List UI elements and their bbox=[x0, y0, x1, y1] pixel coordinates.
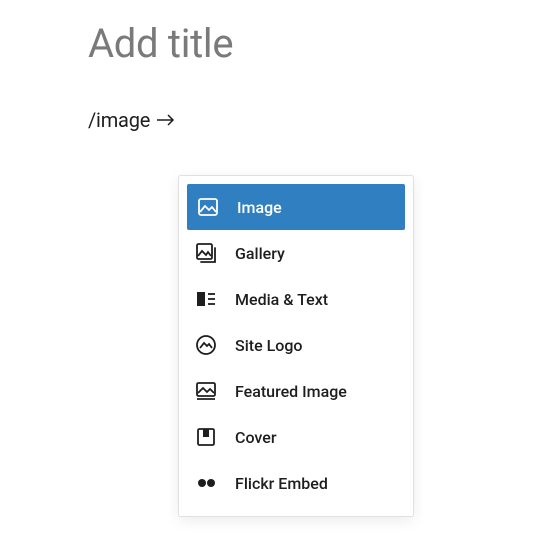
block-option-site-logo[interactable]: Site Logo bbox=[179, 322, 413, 368]
block-option-media-text[interactable]: Media & Text bbox=[179, 276, 413, 322]
block-option-flickr-embed[interactable]: Flickr Embed bbox=[179, 460, 413, 506]
gallery-icon bbox=[193, 240, 219, 266]
cover-icon bbox=[193, 424, 219, 450]
block-option-label: Cover bbox=[235, 428, 276, 447]
site-logo-icon bbox=[193, 332, 219, 358]
slash-command-input[interactable]: /image bbox=[88, 108, 450, 132]
block-option-featured-image[interactable]: Featured Image bbox=[179, 368, 413, 414]
media-text-icon bbox=[193, 286, 219, 312]
block-option-label: Gallery bbox=[235, 244, 285, 263]
block-option-label: Site Logo bbox=[235, 336, 303, 355]
block-option-label: Media & Text bbox=[235, 290, 328, 309]
image-icon bbox=[195, 194, 221, 220]
block-option-gallery[interactable]: Gallery bbox=[179, 230, 413, 276]
block-inserter-popover: Image Gallery Media & Tex bbox=[178, 175, 414, 517]
block-option-label: Flickr Embed bbox=[235, 474, 328, 493]
block-option-cover[interactable]: Cover bbox=[179, 414, 413, 460]
block-option-label: Featured Image bbox=[235, 382, 347, 401]
block-option-image[interactable]: Image bbox=[187, 184, 405, 230]
block-option-label: Image bbox=[237, 198, 282, 217]
post-title-input[interactable]: Add title bbox=[88, 22, 450, 66]
featured-image-icon bbox=[193, 378, 219, 404]
slash-command-text: /image bbox=[88, 108, 150, 132]
flickr-icon bbox=[193, 470, 219, 496]
arrow-right-icon bbox=[156, 113, 178, 127]
